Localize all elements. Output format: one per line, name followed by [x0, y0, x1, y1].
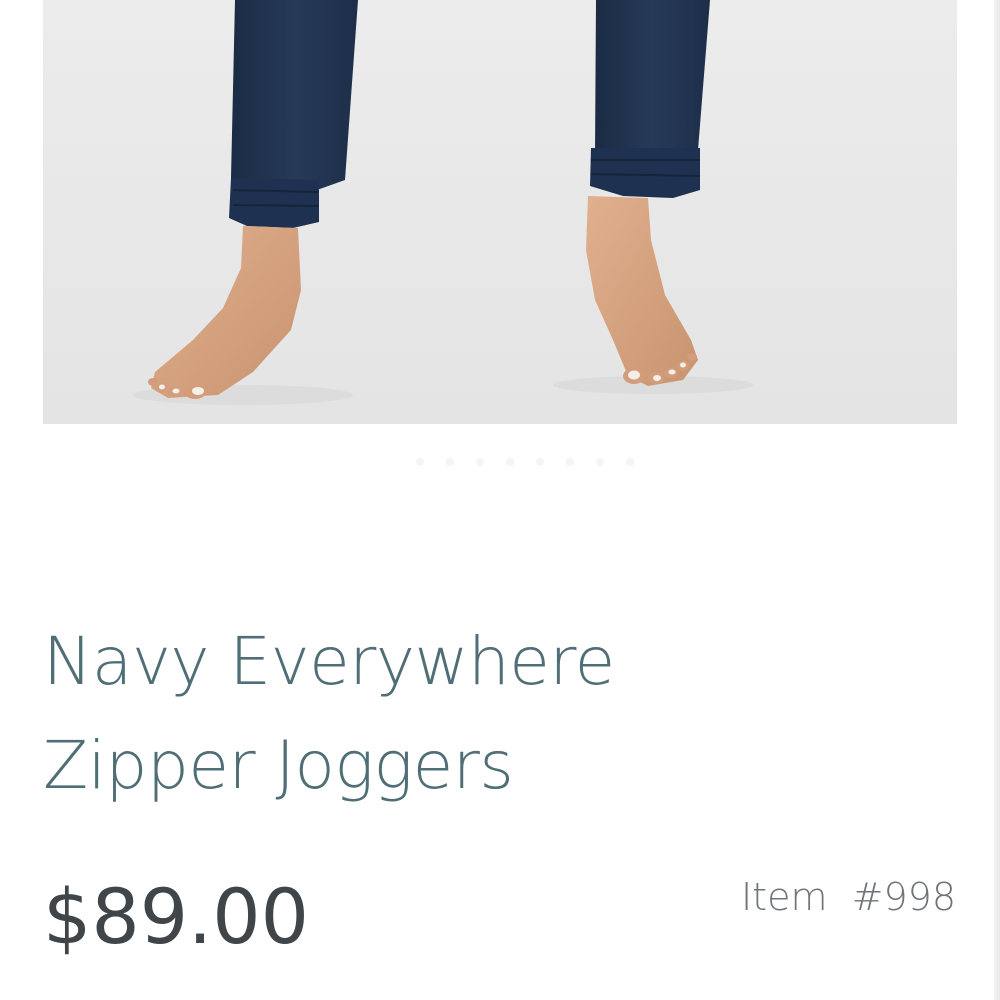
carousel-dot[interactable] [506, 458, 514, 466]
product-image[interactable] [43, 0, 957, 424]
carousel-dot[interactable] [566, 458, 574, 466]
carousel-dot[interactable] [536, 458, 544, 466]
carousel-dot[interactable] [476, 458, 484, 466]
carousel-dot[interactable] [446, 458, 454, 466]
carousel-dots [0, 458, 1000, 472]
scrollbar-track[interactable] [994, 0, 1000, 1000]
carousel-dot[interactable] [626, 458, 634, 466]
product-title-line-1: Navy Everywhere [43, 623, 615, 700]
product-photo [43, 0, 957, 424]
item-number: Item #998 [740, 875, 956, 919]
carousel-dot[interactable] [416, 458, 424, 466]
product-page: Navy Everywhere Zipper Joggers $89.00 It… [0, 0, 1000, 1000]
product-title-line-2: Zipper Joggers [43, 727, 514, 804]
product-title: Navy Everywhere Zipper Joggers [43, 610, 903, 818]
carousel-dot[interactable] [596, 458, 604, 466]
product-price: $89.00 [43, 872, 309, 961]
